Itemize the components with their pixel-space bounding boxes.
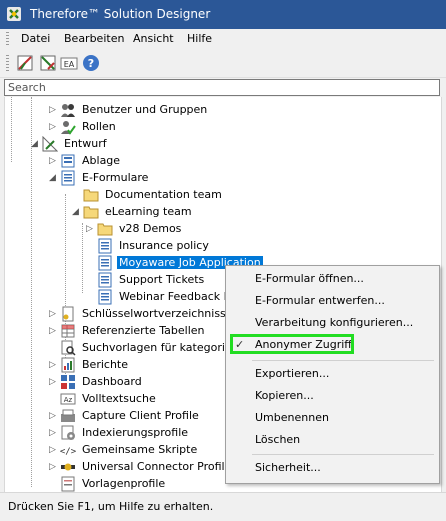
ctx-eformular-oeffnen[interactable]: E-Formular öffnen... bbox=[226, 269, 439, 289]
tree-item-e-formulare[interactable]: ◢ E-Formulare bbox=[48, 170, 428, 187]
ctx-verarbeitung-konfigurieren[interactable]: Verarbeitung konfigurieren... bbox=[226, 313, 439, 333]
expand-icon[interactable]: ▷ bbox=[85, 225, 94, 234]
svg-text:EA: EA bbox=[64, 60, 75, 69]
expand-icon[interactable]: ▷ bbox=[48, 361, 57, 370]
status-bar: Drücken Sie F1, um Hilfe zu erhalten. bbox=[0, 492, 446, 521]
folder-icon bbox=[83, 189, 99, 202]
form-icon bbox=[98, 289, 112, 305]
expand-icon[interactable]: ▷ bbox=[48, 463, 57, 472]
tree-item-ablage[interactable]: ▷ Ablage bbox=[48, 153, 428, 170]
eform-icon bbox=[61, 170, 75, 186]
expand-icon[interactable]: ▷ bbox=[48, 412, 57, 421]
highlight-box bbox=[230, 334, 354, 354]
table-icon bbox=[61, 324, 75, 338]
toolbar-grip bbox=[6, 55, 9, 71]
form-icon bbox=[98, 238, 112, 254]
tree-line bbox=[11, 97, 12, 162]
title-bar: Therefore™ Solution Designer bbox=[0, 0, 446, 29]
window-title: Therefore™ Solution Designer bbox=[30, 7, 211, 21]
expand-icon[interactable]: ▷ bbox=[48, 378, 57, 387]
expand-icon[interactable]: ▷ bbox=[48, 106, 57, 115]
template-icon bbox=[61, 476, 75, 492]
menu-ansicht[interactable]: Ansicht bbox=[133, 32, 174, 45]
menu-bar: Datei Bearbeiten Ansicht Hilfe bbox=[0, 29, 446, 49]
expand-icon[interactable]: ▷ bbox=[48, 446, 57, 455]
tree-item-documentation-team[interactable]: Documentation team bbox=[71, 187, 431, 204]
tree-item-rollen[interactable]: ▷ Rollen bbox=[48, 119, 428, 136]
expand-icon[interactable]: ▷ bbox=[48, 157, 57, 166]
indexing-icon bbox=[61, 425, 75, 440]
capture-icon bbox=[61, 409, 75, 422]
ctx-eformular-entwerfen[interactable]: E-Formular entwerfen... bbox=[226, 291, 439, 311]
form-icon bbox=[98, 255, 112, 271]
expand-icon[interactable]: ▷ bbox=[48, 327, 57, 336]
tree-item-entwurf[interactable]: ◢ Entwurf bbox=[30, 136, 430, 153]
tree-line bbox=[31, 97, 32, 487]
users-icon bbox=[61, 104, 75, 117]
folder-icon bbox=[97, 223, 113, 236]
deploy-icon[interactable] bbox=[39, 54, 57, 72]
menu-grip bbox=[6, 32, 9, 46]
ctx-loeschen[interactable]: Löschen bbox=[226, 430, 439, 450]
report-icon bbox=[61, 357, 75, 373]
storage-icon bbox=[61, 154, 75, 168]
menu-separator bbox=[252, 360, 434, 361]
design-icon[interactable] bbox=[16, 54, 34, 72]
ctx-anonymer-zugriff[interactable]: ✓ Anonymer Zugriff bbox=[226, 334, 439, 355]
tree-item-v28-demos[interactable]: ▷ v28 Demos bbox=[85, 221, 425, 238]
roles-icon bbox=[61, 121, 76, 135]
therefore-app-icon bbox=[7, 7, 21, 21]
context-menu: E-Formular öffnen... E-Formular entwerfe… bbox=[225, 265, 440, 484]
toolbar: EA ? bbox=[0, 49, 446, 78]
font-icon[interactable]: EA bbox=[60, 54, 78, 72]
form-icon bbox=[98, 272, 112, 288]
help-icon[interactable]: ? bbox=[82, 54, 100, 72]
search-box bbox=[4, 79, 440, 96]
design-root-icon bbox=[42, 136, 58, 152]
dashboard-icon bbox=[61, 375, 75, 389]
ctx-sicherheit[interactable]: Sicherheit... bbox=[226, 458, 439, 478]
expand-icon[interactable]: ▷ bbox=[48, 123, 57, 132]
fulltext-icon: Az bbox=[60, 393, 76, 405]
collapse-icon[interactable]: ◢ bbox=[48, 174, 57, 183]
keyword-icon bbox=[62, 306, 74, 322]
svg-text:Az: Az bbox=[64, 396, 73, 404]
search-input[interactable] bbox=[8, 80, 428, 95]
expand-icon[interactable]: ▷ bbox=[48, 429, 57, 438]
menu-separator bbox=[252, 454, 434, 455]
tree-item-elearning-team[interactable]: ◢ eLearning team bbox=[71, 204, 431, 221]
status-text: Drücken Sie F1, um Hilfe zu erhalten. bbox=[8, 500, 214, 513]
ctx-umbenennen[interactable]: Umbenennen bbox=[226, 408, 439, 428]
script-icon: </> bbox=[60, 447, 76, 457]
folder-icon bbox=[83, 206, 99, 219]
svg-text:</>: </> bbox=[60, 447, 76, 457]
ctx-kopieren[interactable]: Kopieren... bbox=[226, 386, 439, 406]
svg-text:?: ? bbox=[88, 57, 94, 70]
tree-item-benutzer-und-gruppen[interactable]: ▷ Benutzer und Gruppen bbox=[48, 102, 428, 119]
collapse-icon[interactable]: ◢ bbox=[30, 140, 39, 149]
menu-bearbeiten[interactable]: Bearbeiten bbox=[64, 32, 124, 45]
ctx-exportieren[interactable]: Exportieren... bbox=[226, 364, 439, 384]
tree-item-insurance-policy[interactable]: Insurance policy bbox=[85, 238, 425, 255]
connector-icon bbox=[61, 463, 75, 471]
tree-line bbox=[82, 223, 83, 293]
search-template-icon bbox=[61, 340, 76, 356]
menu-hilfe[interactable]: Hilfe bbox=[187, 32, 212, 45]
menu-datei[interactable]: Datei bbox=[21, 32, 50, 45]
expand-icon[interactable]: ▷ bbox=[48, 310, 57, 319]
collapse-icon[interactable]: ◢ bbox=[71, 208, 80, 217]
